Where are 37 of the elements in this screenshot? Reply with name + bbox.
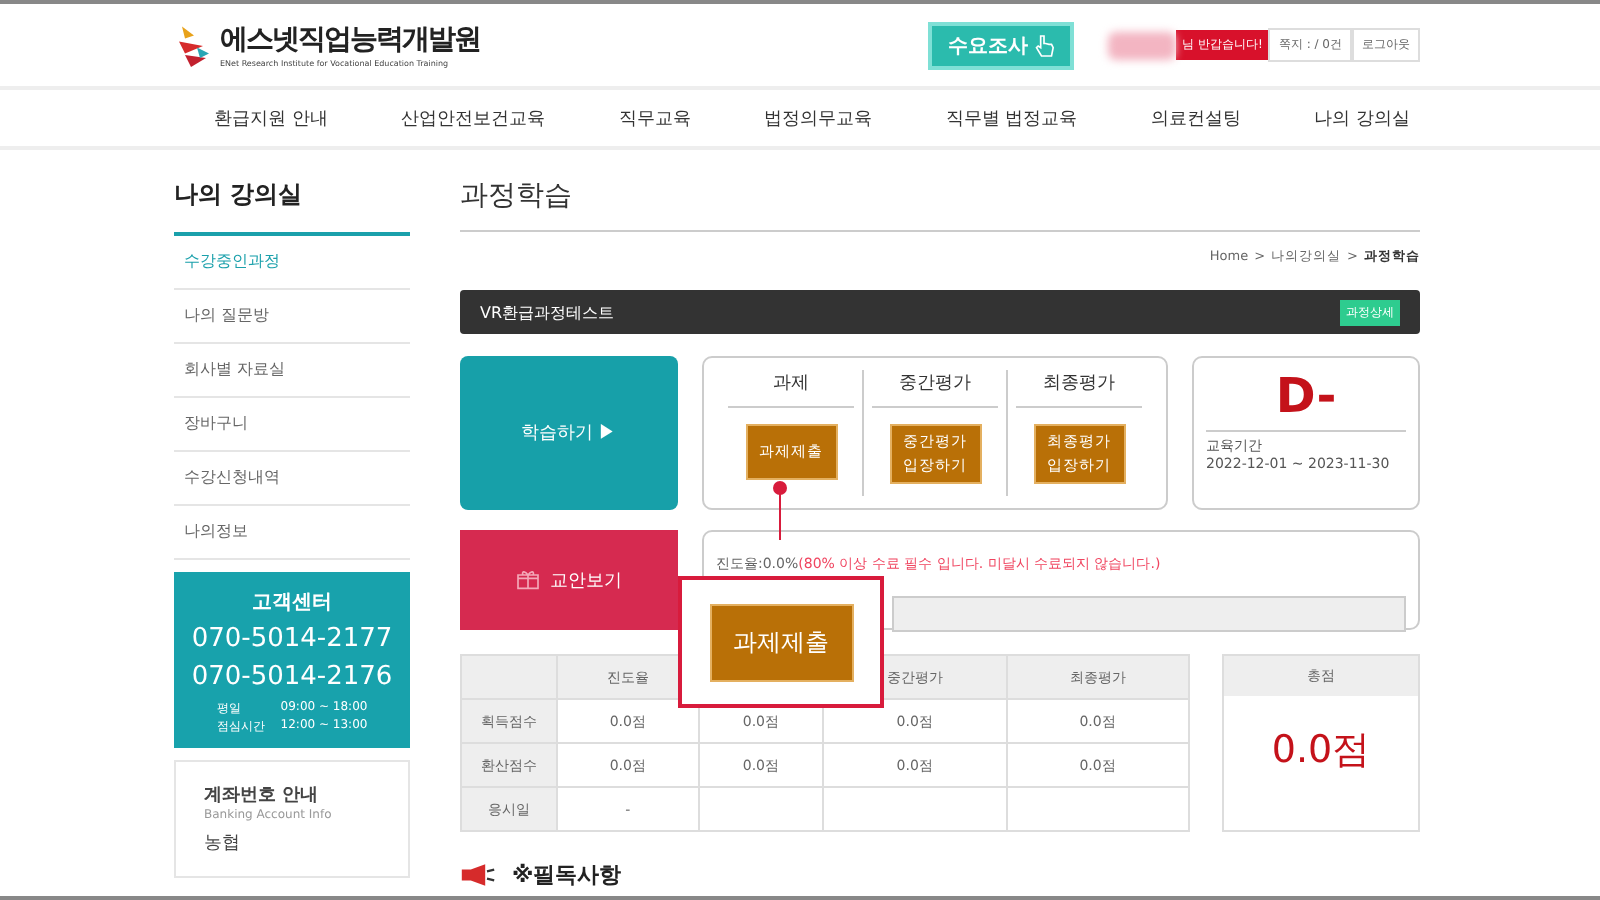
logo-icon — [176, 21, 212, 69]
megaphone-icon — [460, 862, 496, 888]
evaluation-title: 최종평가 — [1016, 370, 1142, 408]
evaluation-title: 중간평가 — [872, 370, 998, 408]
nav-item[interactable]: 직무별 법정교육 — [945, 105, 1078, 131]
gift-icon — [516, 570, 540, 590]
textbook-button[interactable]: 교안보기 — [460, 530, 678, 630]
study-button[interactable]: 학습하기 ▶ — [460, 356, 678, 510]
phone-number: 070-5014-2176 — [191, 660, 393, 696]
phone-number: 070-5014-2177 — [191, 622, 393, 658]
sidebar-item[interactable]: 장바구니 — [174, 398, 410, 452]
callout-line — [772, 480, 788, 540]
nav-item[interactable]: 법정의무교육 — [764, 105, 873, 131]
total-score: 0.0점 — [1271, 726, 1371, 776]
bank-title: 계좌번호 안내 — [204, 784, 321, 808]
support-title: 고객센터 — [252, 590, 332, 616]
evaluation-title: 과제 — [728, 370, 854, 408]
nav-item[interactable]: 나의 강의실 — [1314, 105, 1410, 131]
sidebar-item[interactable]: 나의 질문방 — [174, 290, 410, 344]
dday-label: D- — [1206, 366, 1406, 432]
course-name: VR환급과정테스트 — [480, 301, 615, 323]
nav-item[interactable]: 직무교육 — [618, 105, 691, 131]
nav-item[interactable]: 산업안전보건교육 — [401, 105, 546, 131]
page-title: 과정학습 — [460, 180, 572, 212]
sidebar-item[interactable]: 회사별 자료실 — [174, 344, 410, 398]
nav-item[interactable]: 환급지원 안내 — [214, 105, 328, 131]
nav-item[interactable]: 의료컨설팅 — [1150, 105, 1241, 131]
blurred-name — [1108, 31, 1177, 59]
sidebar-item[interactable]: 나의정보 — [174, 506, 410, 560]
sidebar-item[interactable]: 수강중인과정 — [174, 236, 410, 290]
callout-submit-button[interactable]: 과제제출 — [709, 603, 853, 681]
sidebar-title: 나의 강의실 — [174, 178, 410, 236]
bank-name: 농협 — [204, 832, 242, 856]
pointing-hand-icon — [1034, 33, 1054, 57]
logo-title: 에스넷직업능력개발원 — [220, 22, 480, 58]
sidebar-item[interactable]: 수강신청내역 — [174, 452, 410, 506]
notice-heading: ※필독사항 — [512, 860, 622, 890]
